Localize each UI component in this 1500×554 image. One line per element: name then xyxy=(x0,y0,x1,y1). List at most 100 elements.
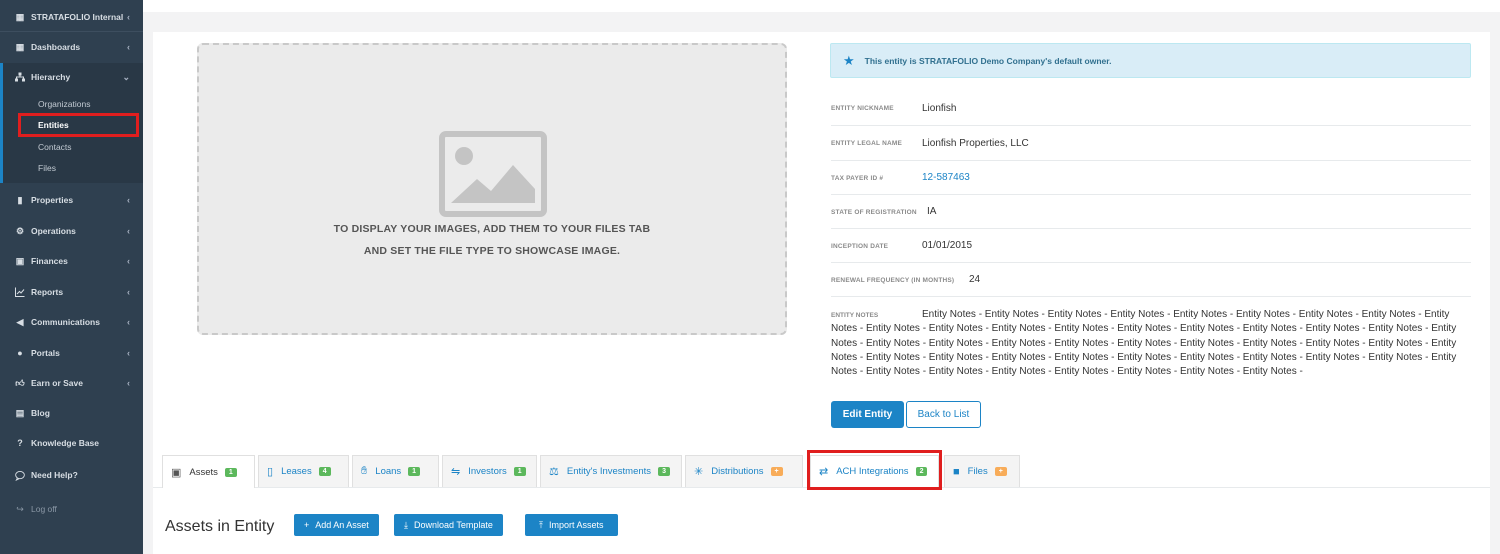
field-value: Lionfish xyxy=(922,103,957,114)
star-icon: ★ xyxy=(843,52,855,68)
sidebar-item-dashboards[interactable]: ▦ Dashboards ‹ xyxy=(0,34,143,60)
import-assets-button[interactable]: ⤒ Import Assets xyxy=(525,514,618,536)
sidebar-item-knowledge-base[interactable]: ? Knowledge Base xyxy=(0,430,143,456)
sidebar-item-portals[interactable]: ● Portals ‹ xyxy=(0,340,143,366)
tab-label: Files xyxy=(967,466,988,477)
tab-leases[interactable]: ▯ Leases 4 xyxy=(258,455,349,487)
org-switcher[interactable]: ▦ STRATAFOLIO Internal ‹ xyxy=(0,4,143,30)
chevron-left-icon: ‹ xyxy=(127,42,130,52)
highlight-box xyxy=(18,113,139,137)
field-value: 24 xyxy=(969,274,981,285)
sidebar-item-properties[interactable]: ▮ Properties ‹ xyxy=(0,187,143,213)
field-entity-legal-name: ENTITY LEGAL NAME Lionfish Properties, L… xyxy=(831,126,1471,161)
sidebar-item-label: Dashboards xyxy=(31,42,81,52)
field-inception-date: INCEPTION DATE 01/01/2015 xyxy=(831,229,1471,263)
tab-entitys-investments[interactable]: ⚖ Entity's Investments 3 xyxy=(540,455,682,487)
gears-icon: ⚙ xyxy=(15,225,25,236)
sidebar-item-reports[interactable]: Reports ‹ xyxy=(0,279,143,305)
sidebar-item-need-help[interactable]: Need Help? xyxy=(0,462,143,488)
sidebar-item-communications[interactable]: ◀ Communications ‹ xyxy=(0,309,143,335)
chevron-down-icon: ⌄ xyxy=(122,71,130,82)
download-icon: ⤓ xyxy=(404,519,408,530)
upload-icon: ⤒ xyxy=(539,519,543,530)
field-state-of-registration: STATE OF REGISTRATION IA xyxy=(831,195,1471,229)
sidebar-sub-files[interactable]: Files xyxy=(38,163,56,173)
tab-badge: + xyxy=(770,467,783,476)
comment-icon xyxy=(15,470,25,481)
sidebar-item-log-off[interactable]: ↪ Log off xyxy=(0,496,143,522)
sidebar-item-blog[interactable]: ▤ Blog xyxy=(0,400,143,426)
showcase-hint-line-1: TO DISPLAY YOUR IMAGES, ADD THEM TO YOUR… xyxy=(333,223,651,235)
sidebar-item-earn-or-save[interactable]: 👍︎ Earn or Save ‹ xyxy=(0,370,143,396)
sitemap-icon xyxy=(15,72,25,82)
distribution-icon: ✳ xyxy=(694,466,704,478)
button-label: Download Template xyxy=(413,520,493,530)
field-label: TAX PAYER ID # xyxy=(831,175,884,182)
sidebar-item-operations[interactable]: ⚙ Operations ‹ xyxy=(0,218,143,244)
hand-money-icon: ✋︎ xyxy=(361,465,368,477)
document-icon: ▯ xyxy=(267,466,274,478)
highlight-box xyxy=(807,450,942,490)
chevron-left-icon: ‹ xyxy=(127,378,130,388)
newspaper-icon: ▤ xyxy=(15,407,25,418)
back-to-list-button[interactable]: Back to List xyxy=(906,401,981,428)
tab-badge: + xyxy=(994,467,1007,476)
field-label: ENTITY LEGAL NAME xyxy=(831,140,903,147)
tab-badge: 4 xyxy=(318,467,331,476)
field-value: 01/01/2015 xyxy=(922,240,973,251)
question-circle-icon: ? xyxy=(17,438,23,448)
tax-id-link[interactable]: 12-587463 xyxy=(922,172,970,183)
handshake-icon: ⇋ xyxy=(451,466,461,478)
sidebar-item-label: Communications xyxy=(31,317,100,327)
section-title: Assets in Entity xyxy=(165,518,275,535)
chevron-left-icon: ‹ xyxy=(127,12,130,22)
asset-icon: ▣ xyxy=(171,466,182,479)
sidebar-item-label: Operations xyxy=(31,226,76,236)
edit-entity-button[interactable]: Edit Entity xyxy=(831,401,904,428)
sidebar-item-label: Hierarchy xyxy=(31,72,71,82)
line-chart-icon xyxy=(15,287,25,297)
field-tax-payer-id: TAX PAYER ID # 12-587463 xyxy=(831,161,1471,195)
bullhorn-icon: ◀ xyxy=(16,316,24,327)
sidebar-item-label: Knowledge Base xyxy=(31,438,100,448)
chevron-left-icon: ‹ xyxy=(127,317,130,327)
sidebar-item-finances[interactable]: ▣ Finances ‹ xyxy=(0,248,143,274)
field-label: INCEPTION DATE xyxy=(831,243,889,250)
scale-icon: ⚖ xyxy=(549,466,559,478)
sidebar-item-label: Blog xyxy=(31,408,50,418)
chevron-left-icon: ‹ xyxy=(127,195,130,205)
download-template-button[interactable]: ⤓ Download Template xyxy=(394,514,503,536)
sidebar-item-hierarchy[interactable]: Hierarchy ⌄ xyxy=(0,64,143,90)
sidebar-item-label: Properties xyxy=(31,195,74,205)
sidebar-sub-organizations[interactable]: Organizations xyxy=(38,99,90,109)
field-label: STATE OF REGISTRATION xyxy=(831,209,917,216)
entity-notes-value: Entity Notes - Entity Notes - Entity Not… xyxy=(831,309,1457,378)
sidebar: ▦ STRATAFOLIO Internal ‹ ▦ Dashboards ‹ … xyxy=(0,0,143,554)
tab-label: Entity's Investments xyxy=(566,466,652,477)
tab-assets[interactable]: ▣ Assets 1 xyxy=(162,455,255,488)
tab-badge: 1 xyxy=(513,467,526,476)
field-label: RENEWAL FREQUENCY (IN MONTHS) xyxy=(831,277,955,284)
tab-investors[interactable]: ⇋ Investors 1 xyxy=(442,455,537,487)
tab-files[interactable]: ■ Files + xyxy=(944,455,1020,487)
money-icon: ▣ xyxy=(15,255,25,266)
folder-icon: ■ xyxy=(953,465,960,478)
grid-icon: ▦ xyxy=(15,11,25,22)
thumbs-up-icon: 👍︎ xyxy=(15,377,25,388)
add-asset-button[interactable]: + Add An Asset xyxy=(294,514,379,536)
tab-distributions[interactable]: ✳ Distributions + xyxy=(685,455,803,487)
image-icon xyxy=(439,131,547,217)
tab-loans[interactable]: ✋︎ Loans 1 xyxy=(352,455,439,487)
top-bar xyxy=(143,0,1500,12)
bar-chart-icon: ▮ xyxy=(17,194,23,205)
sidebar-sub-contacts[interactable]: Contacts xyxy=(38,142,72,152)
showcase-hint-line-2: AND SET THE FILE TYPE TO SHOWCASE IMAGE. xyxy=(363,245,621,257)
tab-label: Leases xyxy=(281,466,312,477)
plus-icon: + xyxy=(304,520,310,530)
field-label: ENTITY NICKNAME xyxy=(831,105,894,112)
field-entity-nickname: ENTITY NICKNAME Lionfish xyxy=(831,91,1471,126)
sign-out-icon: ↪ xyxy=(16,503,24,514)
alert-text: This entity is STRATAFOLIO Demo Company'… xyxy=(864,55,1112,66)
dashboard-icon: ▦ xyxy=(15,41,25,52)
field-value: Lionfish Properties, LLC xyxy=(922,138,1029,149)
